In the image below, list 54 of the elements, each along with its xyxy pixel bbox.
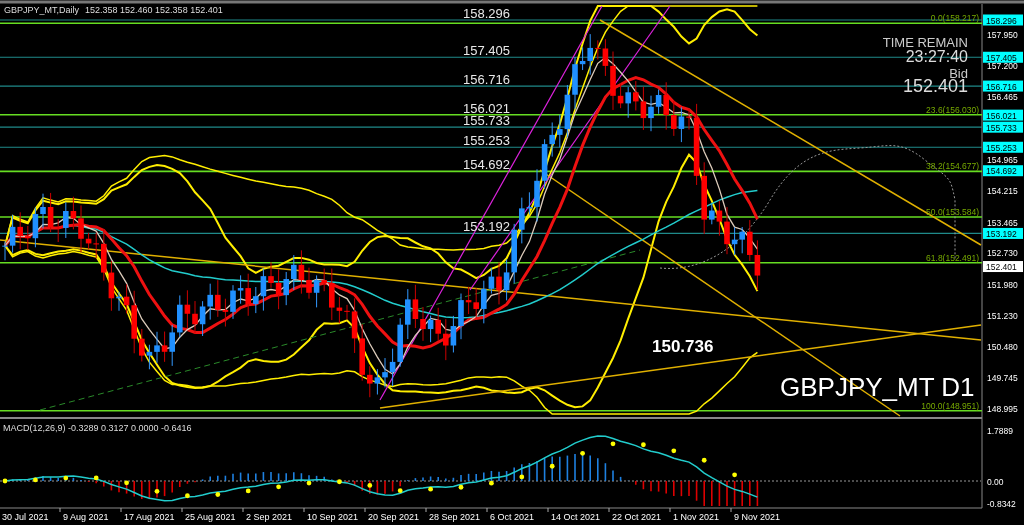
date-label: 9 Nov 2021 bbox=[734, 512, 781, 522]
current-price-badge: 152.401 bbox=[983, 261, 1023, 273]
price-level-badge: 156.716 bbox=[983, 80, 1023, 92]
date-label: 1 Nov 2021 bbox=[673, 512, 720, 522]
price-level-badge: 155.253 bbox=[983, 141, 1023, 153]
time-remain-label: TIME REMAIN bbox=[882, 35, 968, 50]
level-label: 158.296 bbox=[463, 6, 510, 21]
price-tick-label: 157.950 bbox=[987, 29, 1018, 40]
price-tick-label: 156.465 bbox=[987, 92, 1018, 103]
date-label: 28 Sep 2021 bbox=[429, 512, 481, 522]
date-label: 9 Aug 2021 bbox=[63, 512, 109, 522]
date-label: 14 Oct 2021 bbox=[551, 512, 601, 522]
fibonacci-label: 61.8(152.491) bbox=[926, 252, 979, 263]
date-label: 17 Aug 2021 bbox=[124, 512, 175, 522]
price-level-badge: 157.405 bbox=[983, 51, 1023, 63]
date-label: 22 Oct 2021 bbox=[612, 512, 662, 522]
bid-label: Bid bbox=[949, 66, 968, 81]
price-tick-label: 151.980 bbox=[987, 279, 1018, 290]
macd-tick-label: 1.7889 bbox=[987, 425, 1013, 436]
macd-header: MACD(12,26,9) -0.3289 0.3127 0.0000 -0.6416 bbox=[3, 423, 192, 433]
date-label: 10 Sep 2021 bbox=[307, 512, 359, 522]
level-label: 155.253 bbox=[463, 133, 510, 149]
price-level-badge: 153.192 bbox=[983, 227, 1023, 239]
level-label: 156.716 bbox=[463, 72, 510, 88]
fibonacci-label: 0.0(158.217) bbox=[930, 13, 979, 24]
price-level-badge: 158.296 bbox=[983, 14, 1023, 26]
date-label: 25 Aug 2021 bbox=[185, 512, 236, 522]
fibonacci-label: 23.6(156.030) bbox=[926, 104, 979, 115]
time-remain-value: 23:27:40 bbox=[905, 48, 968, 65]
macd-tick-label: -0.8342 bbox=[987, 499, 1016, 510]
date-label: 20 Sep 2021 bbox=[368, 512, 420, 522]
price-level-badge: 155.733 bbox=[983, 121, 1023, 133]
level-label: 157.405 bbox=[463, 43, 510, 59]
date-label: 30 Jul 2021 bbox=[2, 512, 49, 522]
price-tick-label: 149.745 bbox=[987, 373, 1018, 384]
macd-tick-label: 0.00 bbox=[987, 476, 1004, 487]
price-tick-label: 151.230 bbox=[987, 311, 1018, 321]
price-annotation: 150.736 bbox=[652, 337, 714, 356]
fibonacci-label: 50.0(153.584) bbox=[926, 207, 979, 218]
price-level-badge: 156.021 bbox=[983, 109, 1023, 121]
price-level-badge: 154.692 bbox=[983, 165, 1023, 177]
price-tick-label: 150.480 bbox=[987, 342, 1018, 353]
fibonacci-label: 100.0(148.951) bbox=[921, 400, 979, 411]
price-tick-label: 152.730 bbox=[987, 248, 1018, 259]
date-label: 2 Sep 2021 bbox=[246, 512, 293, 522]
price-tick-label: 148.995 bbox=[987, 404, 1018, 415]
chart-header: GBPJPY_MT,Daily 152.358 152.460 152.358 152.401 bbox=[4, 5, 223, 15]
price-tick-label: 154.215 bbox=[987, 186, 1018, 197]
date-label: 6 Oct 2021 bbox=[490, 512, 535, 522]
price-tick-label: 157.200 bbox=[987, 61, 1018, 72]
price-tick-label: 153.465 bbox=[987, 217, 1018, 228]
price-tick-label: 154.965 bbox=[987, 154, 1018, 165]
level-label: 154.692 bbox=[463, 156, 510, 172]
fibonacci-label: 38.2(154.677) bbox=[926, 161, 979, 172]
